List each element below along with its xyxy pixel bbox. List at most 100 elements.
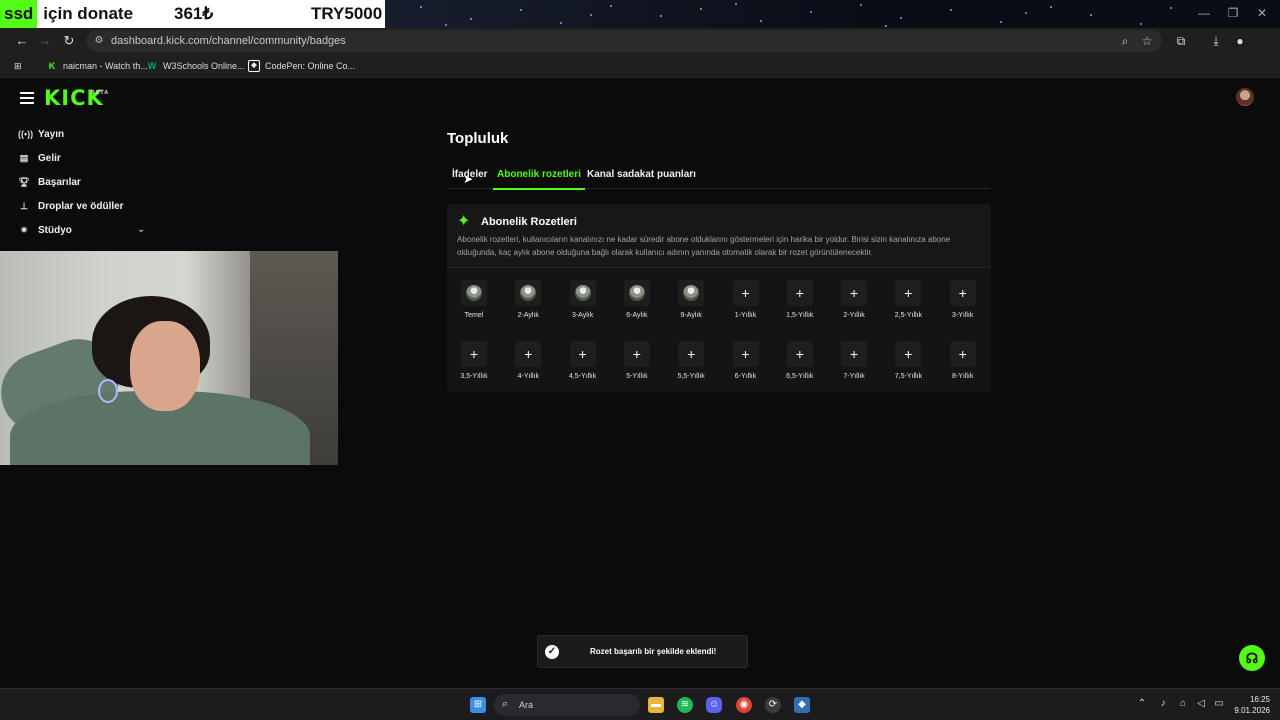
bookmark-label: CodePen: Online Co... [265,61,356,71]
badge-label: 3,5-Yıllık [460,373,488,380]
plus-icon: + [515,341,542,367]
plus-icon: + [786,341,813,367]
badge-slot[interactable]: +8-Yıllık [943,341,983,380]
microphone-icon[interactable]: ♪ [1156,698,1170,709]
apps-grid-icon[interactable]: ⊞ [14,58,22,74]
volume-icon[interactable]: ◁ [1194,698,1208,709]
badge-label: 3-Aylık [571,312,594,319]
badge-slot[interactable]: +3,5-Yıllık [454,341,494,380]
badge-slot[interactable]: +4,5-Yıllık [563,341,603,380]
sidebar-item-droplar[interactable]: ⊥ Droplar ve ödüller [18,197,124,215]
badge-label: 7,5-Yıllık [894,373,922,380]
close-button[interactable]: ✕ [1248,4,1276,22]
tab-bar: İfadeler Abonelik rozetleri Kanal sadaka… [447,163,991,190]
bookmark-item[interactable]: ◈ CodePen: Online Co... [248,58,355,74]
badge-slot[interactable]: Temel [454,280,494,319]
network-icon[interactable]: ⌂ [1176,698,1190,709]
bookmark-item[interactable]: W W3Schools Online... [146,58,245,74]
avatar[interactable] [1236,88,1254,106]
badge-label: 1-Yıllık [734,312,757,319]
sidebar-item-basarilar[interactable]: 🏆︎ Başarılar [18,173,81,191]
taskbar-search[interactable]: ⌕ Ara [494,694,640,716]
badge-slot[interactable]: +5-Yıllık [617,341,657,380]
plus-icon: + [732,280,759,306]
chevron-down-icon[interactable]: ⌄ [137,224,145,235]
gift-icon: ⊥ [20,200,28,211]
sidebar-item-label: Yayın [38,128,65,140]
help-support-button[interactable]: ☊ [1239,645,1265,671]
battery-icon[interactable]: ▭ [1212,698,1226,709]
plus-icon: + [841,341,868,367]
bookmark-item[interactable]: K naicman - Watch th... [46,58,148,74]
badge-emblem-icon [623,280,650,306]
badge-slot[interactable]: 2-Aylık [508,280,548,319]
badge-slot[interactable]: +1-Yıllık [726,280,766,319]
trophy-icon: 🏆︎ [18,176,30,187]
restore-button[interactable]: ❐ [1219,4,1247,22]
logo-beta: BETA [91,90,110,96]
badge-slot[interactable]: +5,5-Yıllık [671,341,711,380]
forward-icon[interactable]: → [36,32,54,50]
plus-icon: + [678,341,705,367]
reload-icon[interactable]: ↻ [60,32,78,50]
windows-start-icon[interactable]: ⊞ [470,697,486,713]
back-icon[interactable]: ← [13,32,31,50]
kick-logo[interactable]: KICK BETA [44,86,108,110]
plus-icon: + [569,341,596,367]
sidebar-item-gelir[interactable]: ▤ Gelir [18,149,61,167]
badge-emblem-icon [569,280,596,306]
tab-abonelik-rozetleri[interactable]: Abonelik rozetleri [493,169,585,190]
download-icon[interactable]: ⤓ [1207,32,1225,50]
badge-slot[interactable]: +7-Yıllık [834,341,874,380]
tab-kanal-sadakat-puanlari[interactable]: Kanal sadakat puanları [587,169,696,180]
badge-slot[interactable]: +2-Yıllık [834,280,874,319]
plus-icon: + [949,280,976,306]
badge-slot[interactable]: +3-Yıllık [943,280,983,319]
file-explorer-icon[interactable]: ▬ [648,697,664,713]
extensions-icon[interactable]: ⧉ [1172,32,1190,50]
bookmark-star-icon[interactable]: ☆ [1139,33,1155,49]
url-bar[interactable]: ⚙ dashboard.kick.com/channel/community/b… [86,30,1162,52]
app-icon[interactable]: ⟳ [765,697,781,713]
clock[interactable]: 16:25 9.01.2026 [1226,694,1270,716]
badge-slot[interactable]: 3-Aylık [563,280,603,319]
badge-label: 3-Yıllık [951,312,974,319]
badge-label: 4-Yıllık [517,373,539,380]
zoom-icon[interactable]: ⌕ [1117,33,1133,49]
badge-slot[interactable]: +6-Yıllık [726,341,766,380]
badge-slot[interactable]: +4-Yıllık [508,341,548,380]
site-info-icon[interactable]: ⚙ [92,34,106,48]
donate-overlay: ssd için donate 361₺ TRY5000 [0,0,385,28]
badge-slot[interactable]: +2,5-Yıllık [888,280,928,319]
bookmark-label: W3Schools Online... [163,61,245,71]
badge-label: Temel [464,312,484,319]
sidebar-item-yayin[interactable]: ((•)) Yayın [18,125,64,143]
badge-label: 2,5-Yıllık [894,312,922,319]
badge-label: 1,5-Yıllık [786,312,814,319]
mouse-cursor-icon: ➤ [463,172,474,186]
badge-slot[interactable]: +7,5-Yıllık [888,341,928,380]
badge-slot[interactable]: +6,5-Yıllık [780,341,820,380]
badge-slot[interactable]: 9-Aylık [671,280,711,319]
badge-label: 8-Yıllık [951,373,974,380]
webcam-overlay [0,251,338,465]
app-icon-2[interactable]: ◆ [794,697,810,713]
browser-toolbar: ← → ↻ ⚙ dashboard.kick.com/channel/commu… [0,28,1280,54]
chrome-icon[interactable]: ◉ [736,697,752,713]
profile-icon[interactable]: ● [1231,32,1249,50]
menu-icon[interactable] [20,92,34,104]
spotify-icon[interactable]: ≋ [677,697,693,713]
badge-slot[interactable]: 6-Aylık [617,280,657,319]
badge-label: 6,5-Yıllık [786,373,814,380]
plus-icon: + [732,341,759,367]
badge-slot[interactable]: +1,5-Yıllık [780,280,820,319]
studio-icon: ✷ [20,224,28,235]
minimize-button[interactable]: — [1190,4,1218,22]
codepen-favicon-icon: ◈ [248,60,260,72]
plus-icon: + [786,280,813,306]
chevron-up-icon[interactable]: ⌃ [1135,698,1149,709]
sidebar-item-studyo[interactable]: ✷ Stüdyo [18,221,72,239]
subscription-badges-card: ✦ Abonelik Rozetleri Abonelik rozetleri,… [447,204,991,392]
discord-icon[interactable]: ☺ [706,697,722,713]
donate-currency: TRY5000 [311,4,383,23]
